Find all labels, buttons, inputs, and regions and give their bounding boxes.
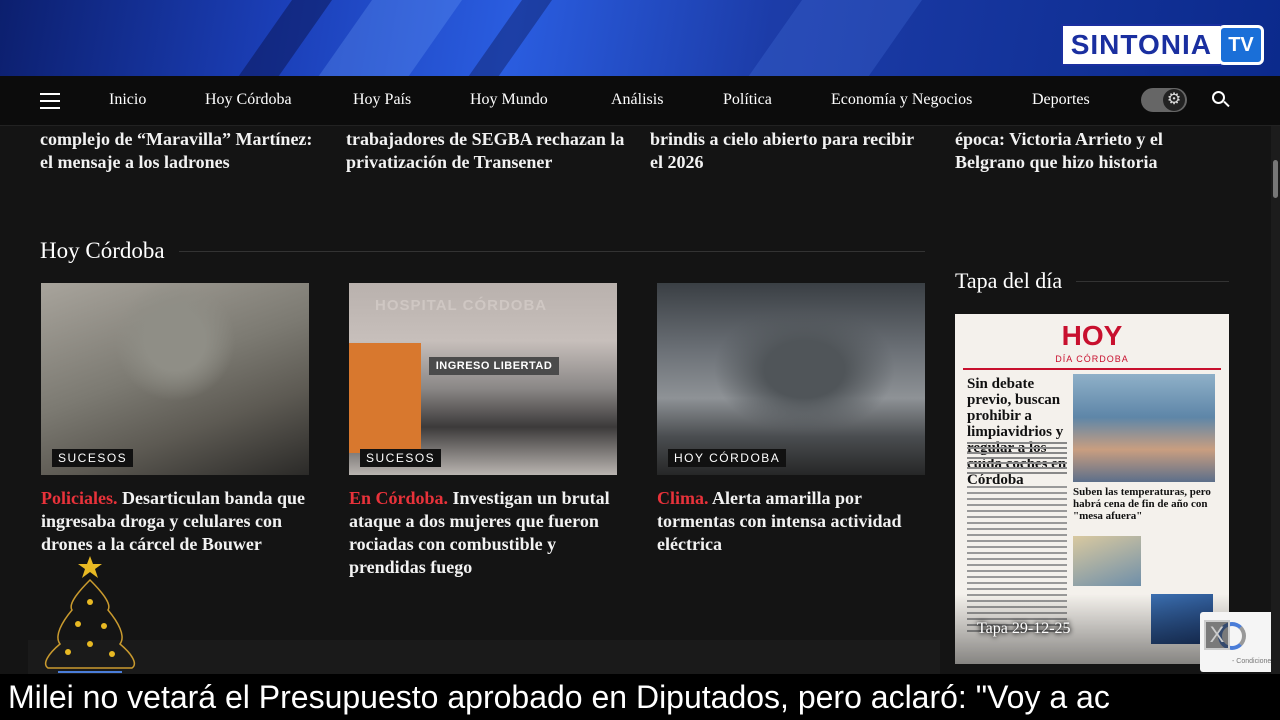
news-card[interactable]: HOY CÓRDOBA Clima. Alerta amarilla por t… <box>657 283 925 556</box>
page-scrollbar[interactable] <box>1271 126 1280 674</box>
hospital-sign: HOSPITAL CÓRDOBA <box>375 297 548 314</box>
nav-item-analisis[interactable]: Análisis <box>611 91 663 109</box>
logo-tv-badge: TV <box>1218 25 1264 65</box>
gear-icon: ⚙ <box>1163 89 1185 111</box>
news-card-headline[interactable]: En Córdoba. Investigan un brutal ataque … <box>349 487 617 579</box>
newspaper-subtitle: DÍA CÓRDOBA <box>1055 354 1129 364</box>
category-badge[interactable]: SUCESOS <box>360 449 442 467</box>
close-button[interactable]: X <box>1204 620 1230 650</box>
search-icon[interactable] <box>1212 91 1230 109</box>
nav-item-hoy-cordoba[interactable]: Hoy Córdoba <box>205 91 292 109</box>
headline-link[interactable]: complejo de “Maravilla” Martínez: el men… <box>40 128 320 174</box>
section-heading: Hoy Córdoba <box>40 236 925 266</box>
news-card-headline[interactable]: Clima. Alerta amarilla por tormentas con… <box>657 487 925 556</box>
nav-item-politica[interactable]: Política <box>723 91 772 109</box>
headline-link[interactable]: brindis a cielo abierto para recibir el … <box>650 128 930 174</box>
entrance-sign: INGRESO LIBERTAD <box>429 357 559 375</box>
news-card-headline[interactable]: Policiales. Desarticulan banda que ingre… <box>41 487 309 556</box>
front-page-photo <box>1073 536 1141 586</box>
building-facade <box>349 343 421 453</box>
masthead-rule <box>963 368 1221 370</box>
site-logo[interactable]: SINTONIA TV <box>1060 24 1264 66</box>
nav-item-deportes[interactable]: Deportes <box>1032 91 1090 109</box>
nav-item-inicio[interactable]: Inicio <box>109 91 146 109</box>
main-nav: Inicio Hoy Córdoba Hoy País Hoy Mundo An… <box>0 76 1280 126</box>
tapa-title: Tapa del día <box>955 268 1063 293</box>
headline-link[interactable]: época: Victoria Arrieto y el Belgrano qu… <box>955 128 1235 174</box>
logo-wordmark: SINTONIA <box>1060 24 1222 66</box>
section-title[interactable]: Hoy Córdoba <box>40 238 165 264</box>
tapa-divider <box>1076 280 1229 282</box>
front-page-text-lines <box>967 442 1067 477</box>
nav-item-hoy-pais[interactable]: Hoy País <box>353 91 411 109</box>
headline-kicker: En Córdoba. <box>349 488 449 508</box>
ticker-text: Milei no vetará el Presupuesto aprobado … <box>8 679 1110 715</box>
news-ticker[interactable]: Milei no vetará el Presupuesto aprobado … <box>0 674 1280 720</box>
news-card[interactable]: SUCESOS Policiales. Desarticulan banda q… <box>41 283 309 556</box>
category-badge[interactable]: SUCESOS <box>52 449 134 467</box>
scrollbar-thumb[interactable] <box>1273 160 1278 198</box>
headline-kicker: Policiales. <box>41 488 118 508</box>
headline-kicker: Clima. <box>657 488 709 508</box>
front-page-photo <box>1073 374 1215 482</box>
banner-stripe <box>689 0 951 76</box>
headline-link[interactable]: trabajadores de SEGBA rechazan la privat… <box>346 128 626 174</box>
nav-item-economia[interactable]: Economía y Negocios <box>831 91 972 109</box>
footer-bar <box>28 640 940 674</box>
front-page-thumbnail[interactable]: HOY DÍA CÓRDOBA Sin debate previo, busca… <box>955 314 1229 664</box>
news-card[interactable]: HOSPITAL CÓRDOBA INGRESO LIBERTAD SUCESO… <box>349 283 617 579</box>
front-page-secondary: Suben las temperaturas, pero habrá cena … <box>1073 486 1211 522</box>
tapa-heading: Tapa del día <box>955 266 1229 296</box>
nav-item-hoy-mundo[interactable]: Hoy Mundo <box>470 91 548 109</box>
newspaper-masthead: HOY <box>1061 320 1123 351</box>
theme-toggle[interactable]: ⚙ <box>1141 88 1187 112</box>
previous-headlines-row: complejo de “Maravilla” Martínez: el men… <box>0 128 1280 178</box>
news-card-image[interactable]: HOSPITAL CÓRDOBA INGRESO LIBERTAD SUCESO… <box>349 283 617 475</box>
christmas-tree-icon <box>44 556 136 673</box>
category-badge[interactable]: HOY CÓRDOBA <box>668 449 787 467</box>
news-card-image[interactable]: HOY CÓRDOBA <box>657 283 925 475</box>
section-divider <box>178 250 925 252</box>
header-banner: SINTONIA TV <box>0 0 1280 76</box>
recaptcha-terms[interactable]: - Condiciones <box>1232 658 1275 665</box>
front-page-caption: Tapa 29-12-25 <box>977 620 1071 637</box>
hamburger-menu-icon[interactable] <box>40 93 60 109</box>
news-card-image[interactable]: SUCESOS <box>41 283 309 475</box>
